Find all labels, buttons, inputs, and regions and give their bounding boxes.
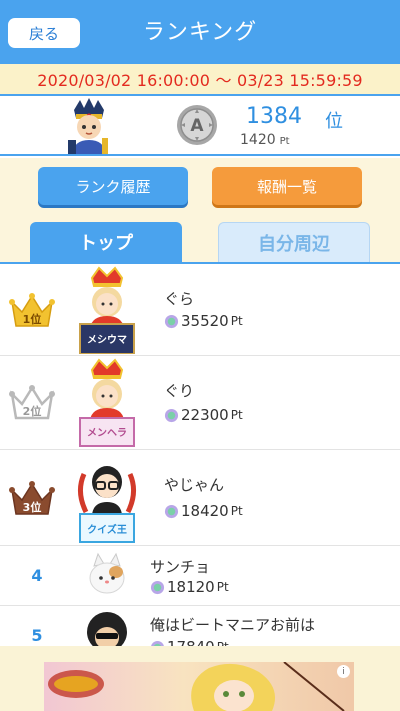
player-avatar [89, 552, 125, 594]
ranking-row[interactable]: 2位 メンヘラ ぐり 22300 Pt [0, 356, 400, 450]
ad-area: i [0, 646, 400, 711]
ad-illustration [48, 662, 345, 711]
silver-crown-icon: 2位 [9, 385, 55, 420]
player-points: 17840Pt [150, 638, 229, 646]
svg-text:1位: 1位 [23, 312, 42, 326]
player-name: ぐら [164, 290, 195, 308]
reward-list-button[interactable]: 報酬一覧 [212, 167, 362, 205]
ad-banner[interactable]: i [44, 662, 354, 711]
my-points-unit: Pt [279, 136, 290, 147]
points-value: 17840 [167, 638, 215, 646]
svg-text:A: A [190, 116, 204, 136]
rank-history-button[interactable]: ランク履歴 [38, 167, 188, 205]
my-rank-panel: A 1384 位 1420 Pt [0, 94, 400, 156]
title-badge: クイズ王 [87, 524, 127, 536]
title-badge: メシウマ [87, 334, 127, 346]
page-title: ランキング [142, 20, 258, 45]
tab-around-me[interactable]: 自分周辺 [218, 222, 370, 262]
points-unit: Pt [230, 504, 243, 518]
ranking-row[interactable]: 4 サンチョ 18120 Pt [0, 546, 400, 606]
player-name: サンチョ [150, 558, 211, 576]
player-points: 35520 Pt [164, 312, 243, 330]
my-points-value: 1420 [240, 132, 276, 148]
my-points: 1420 Pt [240, 132, 290, 148]
master-pt-icon [164, 314, 179, 328]
ranking-row[interactable]: 1位 メシウマ ぐら 35520 Pt [0, 264, 400, 356]
points-value: 22300 [181, 406, 229, 424]
player-name: 俺はビートマニアお前は [150, 616, 316, 634]
player-points: 18420 Pt [164, 502, 243, 520]
rank-a-medal-icon: A [177, 105, 217, 145]
gold-crown-icon: 1位 [9, 293, 55, 327]
points-value: 18120 [167, 578, 215, 596]
tab-top[interactable]: トップ [30, 222, 182, 262]
my-avatar [68, 98, 108, 154]
ranking-row[interactable]: 5 俺はビートマニアお前は 17840Pt [0, 606, 400, 646]
ranking-row[interactable]: 3位 クイズ王 やじゃん 18420 Pt [0, 450, 400, 546]
points-unit: Pt [230, 408, 243, 422]
rank-number: 5 [31, 626, 43, 645]
points-unit: Pt [230, 314, 243, 328]
master-pt-icon [150, 580, 165, 594]
master-pt-icon [164, 408, 179, 422]
svg-text:2位: 2位 [23, 404, 42, 418]
svg-text:3位: 3位 [23, 500, 42, 514]
points-unit: Pt [216, 580, 229, 594]
ad-info-icon[interactable]: i [337, 665, 350, 678]
bronze-crown-icon: 3位 [9, 481, 55, 515]
player-points: 22300 Pt [164, 406, 243, 424]
points-value: 18420 [181, 502, 229, 520]
player-avatar [87, 612, 127, 646]
my-rank-number: 1384 [246, 104, 302, 129]
app-header: 戻る ランキング [0, 0, 400, 64]
player-name: やじゃん [164, 476, 225, 494]
points-value: 35520 [181, 312, 229, 330]
ranking-period: 2020/03/02 16:00:00 〜 03/23 15:59:59 [0, 64, 400, 94]
player-points: 18120 Pt [150, 578, 229, 596]
player-name: ぐり [164, 382, 195, 400]
rank-number: 4 [31, 566, 43, 585]
my-rank-unit: 位 [325, 111, 343, 132]
ranking-list[interactable]: 1位 メシウマ ぐら 35520 Pt 2位 メンヘラ ぐり 22300 Pt … [0, 262, 400, 646]
master-pt-icon [164, 504, 179, 518]
title-badge: メンヘラ [87, 427, 127, 439]
